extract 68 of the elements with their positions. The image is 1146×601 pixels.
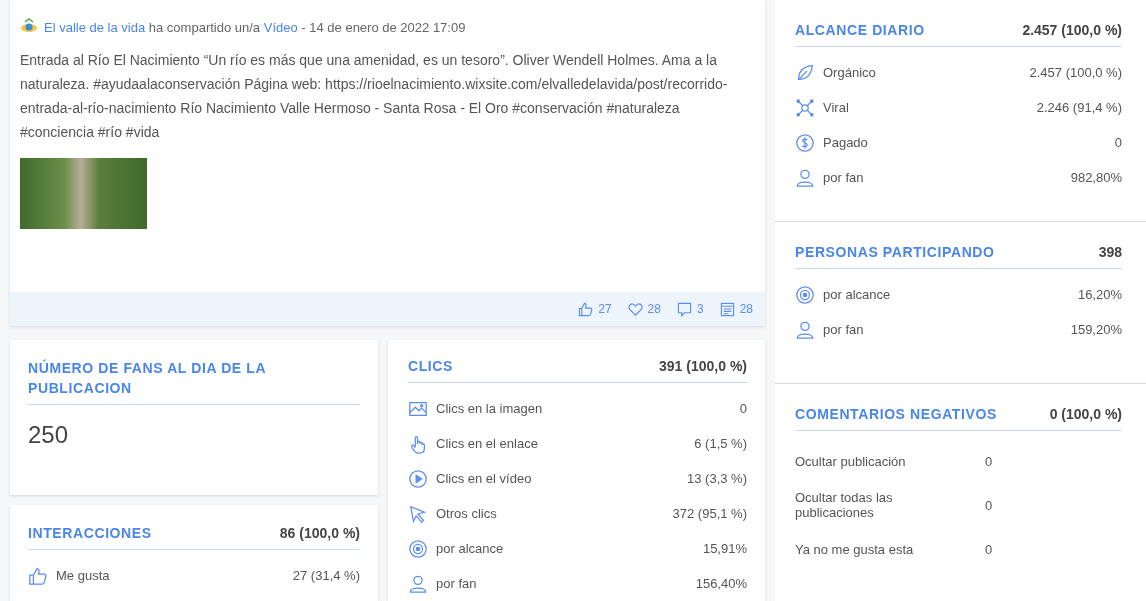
post-header: El valle de la vida ha compartido un/a Vídeo - 14 de enero de 2022 17:09	[44, 19, 466, 35]
thumbs-up-icon	[28, 565, 48, 586]
section-title: ALCANCE DIARIO	[795, 21, 925, 40]
metric-label: Orgánico	[823, 65, 877, 80]
section-title: CLICS	[408, 357, 453, 376]
metric-label: Pagado	[823, 135, 869, 150]
target-icon	[795, 284, 815, 305]
metric-label: Otros clics	[436, 506, 498, 521]
thumbs-up-icon	[578, 301, 594, 317]
metric-value: 0	[1113, 135, 1122, 150]
metric-value: 6 (1,5 %)	[693, 436, 747, 451]
metric-label: Ocultar publicación	[795, 453, 907, 469]
metric-label: Viral	[823, 100, 850, 115]
leaf-icon	[795, 62, 815, 83]
person-icon	[795, 319, 815, 340]
metric-value: 0	[984, 453, 994, 469]
dollar-icon	[795, 132, 815, 153]
metric-value: 0	[984, 497, 994, 513]
metric-value: 159,20%	[1069, 322, 1122, 337]
metric-value: 27 (31,4 %)	[291, 568, 360, 583]
count: 3	[696, 302, 704, 316]
cursor-icon	[408, 503, 428, 524]
metric-value: 982,80%	[1069, 170, 1122, 185]
network-icon	[795, 97, 815, 118]
metric-label: Clics en el enlace	[436, 436, 539, 451]
metric-value: 2.246 (91,4 %)	[1035, 100, 1122, 115]
metric-label: Ya no me gusta esta	[795, 541, 915, 557]
play-icon	[408, 468, 428, 489]
metric-label: por fan	[823, 170, 865, 185]
section-total: 0 (100,0 %)	[1049, 406, 1122, 422]
section-total: 391 (100,0 %)	[659, 358, 747, 374]
count: 28	[739, 302, 753, 316]
metric-value: 156,40%	[694, 576, 747, 591]
heart-icon	[627, 301, 643, 317]
metric-value: 372 (95,1 %)	[671, 506, 747, 521]
metric-value: 0	[984, 541, 994, 557]
metric-value: 2.457 (100,0 %)	[1028, 65, 1122, 80]
comment-icon	[676, 301, 692, 317]
section-total: 2.457 (100,0 %)	[1022, 22, 1122, 38]
count: 28	[647, 302, 661, 316]
section-title: INTERACCIONES	[28, 524, 152, 543]
author-link[interactable]: El valle de la vida	[44, 19, 146, 35]
metric-label: Ocultar todas las publicaciones	[795, 490, 894, 520]
metric-label: Clics en la imagen	[436, 401, 544, 416]
count: 27	[598, 302, 612, 316]
person-icon	[408, 573, 428, 594]
metric-label: Me gusta	[56, 568, 111, 583]
metric-label: por alcance	[823, 287, 892, 302]
metric-value: 0	[738, 401, 747, 416]
metric-label: por fan	[823, 322, 865, 337]
metric-value: 13 (3,3 %)	[686, 471, 747, 486]
metric-value: 15,91%	[701, 541, 747, 556]
person-icon	[795, 167, 815, 188]
target-icon	[408, 538, 428, 559]
post-text: Entrada al Río El Nacimiento “Un río es más que una amenidad, es un tesoro”. Oliver Wendell Holmes. Ama a la naturaleza. #ayudaalaconservación Página web: https://rioelnacimiento.wixsite.com/elvalledelavida/post/recorrido-entrada-al-río-nacimiento Río Nacimiento Valle Hermoso - Santa Rosa - El Oro #conservación #naturaleza #conciencia #río #vida	[20, 51, 729, 142]
metric-value: 16,20%	[1076, 287, 1122, 302]
section-title: COMENTARIOS NEGATIVOS	[795, 405, 997, 424]
section-total: 398	[1098, 244, 1122, 260]
section-title: NÚMERO DE FANS AL DIA DE LA PUBLICACION	[28, 358, 267, 398]
section-title: PERSONAS PARTICIPANDO	[795, 243, 995, 262]
metric-label: por alcance	[436, 541, 505, 556]
pointing-hand-icon	[408, 433, 428, 454]
document-icon	[719, 301, 735, 317]
fans-count: 250	[28, 421, 70, 449]
section-total: 86 (100,0 %)	[279, 525, 360, 541]
media-type-link[interactable]: Vídeo	[263, 19, 298, 35]
metric-label: Clics en el vídeo	[436, 471, 533, 486]
metric-label: por fan	[436, 576, 478, 591]
